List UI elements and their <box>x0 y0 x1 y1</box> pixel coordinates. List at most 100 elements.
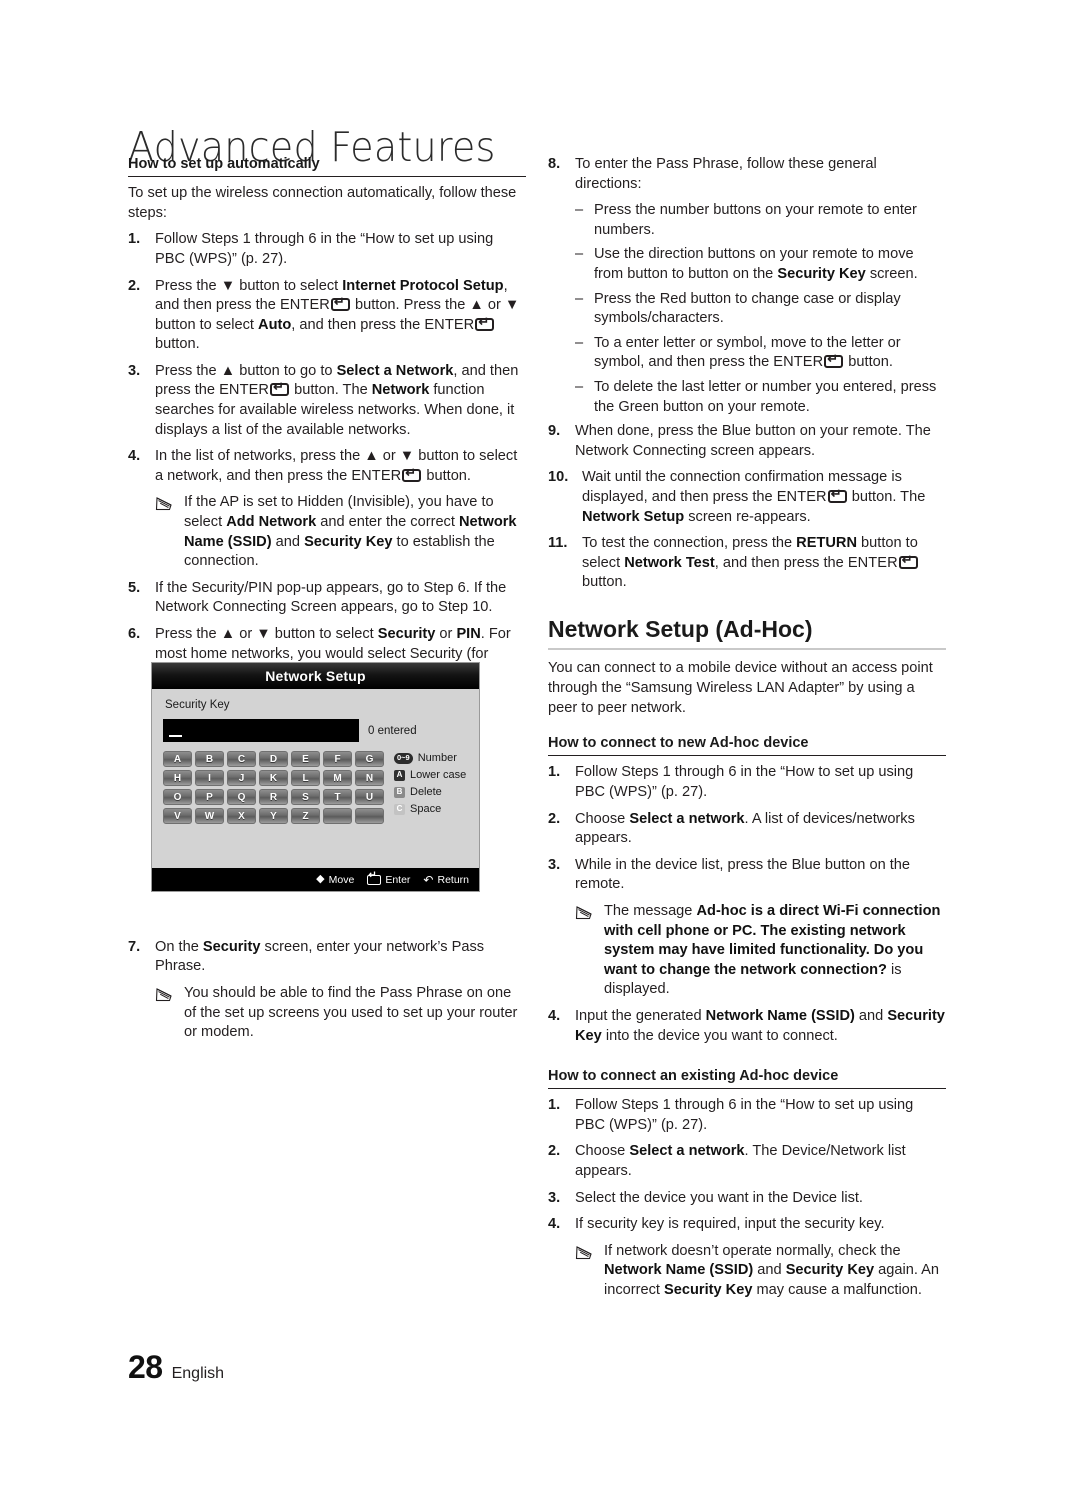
list-item: 3. While in the device list, press the Bl… <box>548 856 946 895</box>
key-d[interactable]: D <box>259 751 288 767</box>
legend-label: Number <box>417 752 457 764</box>
list-item-text: Press the ▼ button to select Internet Pr… <box>155 277 526 355</box>
dash-bullet: – <box>575 334 584 351</box>
list-item-text: Follow Steps 1 through 6 in the “How to … <box>575 1097 914 1133</box>
key-f[interactable]: F <box>323 751 352 767</box>
list-item-text: To enter the Pass Phrase, follow these g… <box>575 156 877 192</box>
dash-bullet: – <box>575 246 584 263</box>
key-p[interactable]: P <box>195 789 224 805</box>
list-item: 2. Choose Select a network. The Device/Ne… <box>548 1142 946 1181</box>
key-e[interactable]: E <box>291 751 320 767</box>
key-t[interactable]: T <box>323 789 352 805</box>
section-heading-setup-automatically: How to set up automatically <box>128 155 526 178</box>
dash-list-item: – Press the Red button to change case or … <box>548 290 946 329</box>
list-item: 10. Wait until the connection confirmatio… <box>548 468 946 527</box>
key-x[interactable]: X <box>227 808 256 824</box>
network-setup-osd-screenshot: Network Setup Security Key 0 entered ABC… <box>151 662 480 892</box>
list-item: 1. Follow Steps 1 through 6 in the “How t… <box>548 1096 946 1135</box>
key-r[interactable]: R <box>259 789 288 805</box>
key-c[interactable]: C <box>227 751 256 767</box>
note-text: You should be able to find the Pass Phra… <box>184 984 518 1041</box>
osd-field-label: Security Key <box>165 699 230 711</box>
list-item: 3. Select the device you want in the Devi… <box>548 1189 946 1209</box>
enter-key-icon <box>367 871 382 885</box>
osd-footer-bar: ◆ Move Enter ↶ Return <box>152 868 479 891</box>
right-step8: 8. To enter the Pass Phrase, follow these… <box>548 155 946 194</box>
key-blank[interactable] <box>323 808 352 824</box>
entered-count: 0 entered <box>368 724 417 737</box>
section-heading-adhoc: Network Setup (Ad-Hoc) <box>548 616 946 651</box>
note-text: If network doesn’t operate normally, che… <box>604 1242 940 1298</box>
list-item-text: Choose Select a network. A list of devic… <box>575 810 915 847</box>
note-text: The message Ad-hoc is a direct Wi-Fi con… <box>604 902 941 998</box>
right-step8-dashes: – Press the number buttons on your remote… <box>548 201 946 417</box>
list-item-text: While in the device list, press the Blue… <box>575 856 911 893</box>
legend-row: B Delete <box>394 786 466 798</box>
note-pass-phrase: You should be able to find the Pass Phra… <box>128 984 526 1043</box>
list-item-text: In the list of networks, press the ▲ or … <box>155 447 526 486</box>
dash-list-item: – Press the number buttons on your remote… <box>548 201 946 240</box>
key-z[interactable]: Z <box>291 808 320 824</box>
key-h[interactable]: H <box>163 770 192 786</box>
page-language: English <box>171 1365 225 1382</box>
key-s[interactable]: S <box>291 789 320 805</box>
key-n[interactable]: N <box>355 770 384 786</box>
list-item-number: 8. <box>548 156 561 172</box>
left-column: How to set up automatically To set up th… <box>128 155 526 1050</box>
footer-return: ↶ Return <box>423 874 469 886</box>
legend-chip-icon: A <box>394 769 405 781</box>
list-item-number: 1. <box>128 231 141 248</box>
list-item-number: 11. <box>548 535 568 552</box>
key-b[interactable]: B <box>195 751 224 767</box>
key-o[interactable]: O <box>163 789 192 805</box>
key-blank[interactable] <box>355 808 384 824</box>
key-g[interactable]: G <box>355 751 384 767</box>
new-device-step4: 4. Input the generated Network Name (SSID… <box>548 1007 946 1046</box>
list-item-number: 4. <box>128 448 141 465</box>
list-item: 1. Follow Steps 1 through 6 in the “How t… <box>128 230 526 269</box>
list-item-number: 3. <box>548 1189 561 1206</box>
right-steps-9-11: 9. When done, press the Blue button on yo… <box>548 422 946 593</box>
key-k[interactable]: K <box>259 770 288 786</box>
key-u[interactable]: U <box>355 789 384 805</box>
legend-chip-icon: B <box>394 786 405 798</box>
existing-device-steps: 1. Follow Steps 1 through 6 in the “How t… <box>548 1096 946 1235</box>
list-item-number: 3. <box>128 362 141 379</box>
legend-label: Lower case <box>410 769 467 781</box>
key-y[interactable]: Y <box>259 808 288 824</box>
list-item-number: 3. <box>548 856 561 873</box>
return-arrow-icon: ↶ <box>423 872 434 887</box>
list-item-number: 5. <box>128 579 141 596</box>
list-item-text: Wait until the connection confirmation m… <box>582 468 946 527</box>
key-j[interactable]: J <box>227 770 256 786</box>
key-v[interactable]: V <box>163 808 192 824</box>
list-item-text: Press the ▲ button to go to Select a Net… <box>155 362 526 440</box>
list-item-number: 2. <box>548 1143 561 1160</box>
list-item-number: 7. <box>128 938 141 955</box>
list-item: 1. Follow Steps 1 through 6 in the “How t… <box>548 763 946 802</box>
security-key-input[interactable] <box>163 719 359 742</box>
manual-page: Advanced Features How to set up automati… <box>0 0 1080 1494</box>
list-item-text: Input the generated Network Name (SSID) … <box>575 1007 945 1044</box>
list-item-text: When done, press the Blue button on your… <box>575 423 931 459</box>
onscreen-keyboard[interactable]: ABCDEFG HIJKLMN OPQRSTU VWXYZ <box>163 751 384 824</box>
pencil-icon <box>575 1242 604 1301</box>
legend-label: Space <box>410 803 442 815</box>
list-item-text: On the Security screen, enter your netwo… <box>155 938 485 975</box>
key-l[interactable]: L <box>291 770 320 786</box>
key-q[interactable]: Q <box>227 789 256 805</box>
dash-list-item: – Use the direction buttons on your remot… <box>548 245 946 284</box>
key-m[interactable]: M <box>323 770 352 786</box>
key-a[interactable]: A <box>163 751 192 767</box>
section-heading-existing-adhoc: How to connect an existing Ad-hoc device <box>548 1067 946 1090</box>
page-number: 28 <box>128 1349 163 1385</box>
legend-label: Delete <box>410 786 442 798</box>
list-item: 4. In the list of networks, press the ▲ o… <box>128 447 526 486</box>
list-item: 3. Press the ▲ button to go to Select a N… <box>128 362 526 440</box>
legend-row: C Space <box>394 803 466 815</box>
key-i[interactable]: I <box>195 770 224 786</box>
key-w[interactable]: W <box>195 808 224 824</box>
list-item-number: 4. <box>548 1216 561 1233</box>
list-item: 4. If security key is required, input the… <box>548 1215 946 1235</box>
